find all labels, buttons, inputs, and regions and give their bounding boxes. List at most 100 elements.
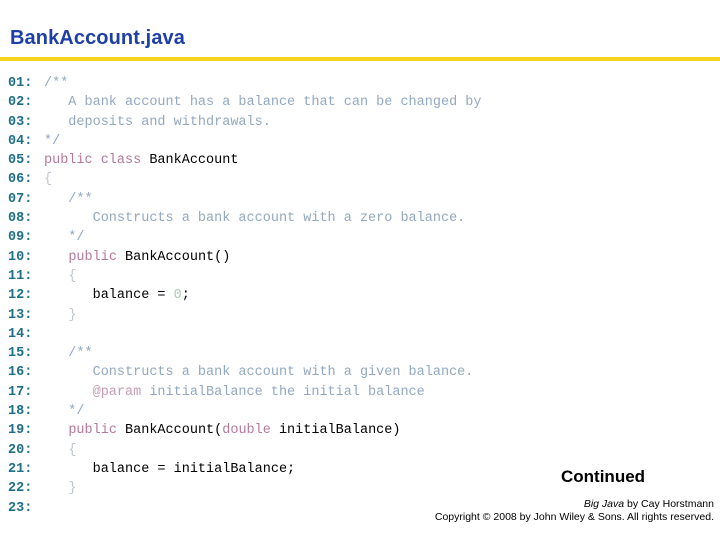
- code-line: 09: */: [0, 228, 720, 247]
- code-line-number: 19:: [8, 423, 33, 439]
- code-line-number: 13:: [8, 307, 33, 323]
- code-token-brace: }: [68, 307, 77, 323]
- code-line-text: {: [44, 443, 76, 458]
- code-token-comment: [44, 385, 93, 400]
- code-line-text: }: [44, 481, 76, 496]
- code-token-ident: balance = initialBalance;: [44, 461, 296, 477]
- code-line-number: 11:: [8, 268, 33, 284]
- code-line: 12: balance = 0;: [0, 286, 720, 305]
- code-token-punct: [44, 481, 68, 496]
- code-line-text: deposits and withdrawals.: [44, 115, 271, 130]
- code-token-ident: initialBalance): [270, 423, 401, 439]
- code-line-text: public BankAccount(): [44, 250, 230, 265]
- code-line: 20: {: [0, 441, 720, 460]
- slide-header: BankAccount.java: [0, 0, 720, 61]
- code-token-punct: [44, 269, 68, 284]
- code-line: 06: {: [0, 170, 720, 189]
- code-line: 11: {: [0, 267, 720, 286]
- code-line-text: */: [44, 230, 85, 246]
- code-line: 10: public BankAccount(): [0, 248, 720, 267]
- code-line-text: */: [44, 134, 60, 149]
- code-line: 05: public class BankAccount: [0, 151, 720, 170]
- code-token-comment: A bank account has a balance that can be…: [44, 95, 482, 111]
- code-line: 03: deposits and withdrawals.: [0, 113, 720, 132]
- code-line-number: 16:: [8, 365, 33, 381]
- code-line-number: 10:: [8, 249, 33, 265]
- code-line-text: balance = initialBalance;: [44, 461, 296, 477]
- footer-book-title: Big Java: [583, 498, 625, 510]
- page-title: BankAccount.java: [10, 27, 185, 49]
- code-line-number: 03:: [8, 114, 33, 130]
- code-token-brace: {: [44, 172, 53, 188]
- code-token-brace: {: [68, 268, 77, 284]
- code-line-number: 21:: [8, 461, 33, 477]
- code-token-comment: /**: [44, 346, 93, 362]
- code-line-number: 22:: [8, 481, 33, 497]
- code-line-text: {: [44, 269, 76, 284]
- code-line-number: 09:: [8, 230, 33, 246]
- code-token-brace: }: [68, 481, 77, 497]
- code-line: 07: /**: [0, 190, 720, 209]
- code-token-comment: initialBalance the initial balance: [141, 384, 425, 400]
- code-line: 08: Constructs a bank account with a zer…: [0, 209, 720, 228]
- code-token-punct: [44, 250, 68, 265]
- code-line: 02: A bank account has a balance that ca…: [0, 93, 720, 112]
- code-token-comment: */: [44, 133, 61, 149]
- code-line-number: 02:: [8, 95, 33, 111]
- code-line-text: {: [44, 172, 52, 187]
- code-line-number: 01:: [8, 76, 33, 91]
- code-listing: 01: /** 02: A bank account has a balance t…: [0, 74, 720, 518]
- code-line-text: Constructs a bank account with a given b…: [44, 365, 474, 381]
- code-token-punct: [44, 308, 68, 323]
- code-line-number: 12:: [8, 288, 33, 304]
- code-token-keyword: public: [68, 423, 126, 439]
- footer-author: by Cay Horstmann: [624, 498, 714, 510]
- code-token-ident: BankAccount(): [125, 249, 231, 265]
- code-token-comment: Constructs a bank account with a given b…: [44, 365, 474, 381]
- code-line-number: 06:: [8, 172, 33, 188]
- code-token-keyword: public class: [44, 153, 150, 169]
- code-line: 19: public BankAccount(double initialBal…: [0, 421, 720, 440]
- code-token-keyword: public: [68, 249, 126, 265]
- code-line-number: 05:: [8, 153, 33, 169]
- code-line-text: /**: [44, 76, 68, 91]
- code-line-number: 08:: [8, 211, 33, 227]
- code-line: 17: @param initialBalance the initial ba…: [0, 383, 720, 402]
- code-token-comment: /**: [44, 191, 93, 207]
- code-line-text: /**: [44, 191, 93, 207]
- code-line-text: */: [44, 404, 85, 420]
- code-line-text: balance = 0;: [44, 288, 190, 303]
- code-line-number: 20:: [8, 442, 33, 458]
- code-line: 16: Constructs a bank account with a giv…: [0, 363, 720, 382]
- footer-copyright: Copyright © 2008 by John Wiley & Sons. A…: [434, 511, 714, 523]
- code-token-ident: BankAccount(: [125, 423, 223, 439]
- code-token-tag: @param: [92, 384, 142, 400]
- continued-label: Continued: [561, 467, 646, 486]
- code-line-text: @param initialBalance the initial balanc…: [44, 385, 425, 400]
- code-line: 13: }: [0, 306, 720, 325]
- code-line-text: }: [44, 308, 76, 323]
- code-line-number: 04:: [8, 133, 33, 149]
- code-line: 18: */: [0, 402, 720, 421]
- code-line: 15: /**: [0, 344, 720, 363]
- code-line-text: public BankAccount(double initialBalance…: [44, 423, 400, 438]
- code-token-comment: /**: [44, 76, 69, 91]
- slide-footer: Big Java by Cay Horstmann Copyright © 20…: [0, 498, 714, 524]
- code-token-comment: */: [44, 230, 85, 246]
- code-line-number: 15:: [8, 346, 33, 362]
- code-token-comment: */: [44, 404, 85, 420]
- code-line-number: 17:: [8, 384, 33, 400]
- code-line-text: public class BankAccount: [44, 153, 238, 168]
- title-divider-rule: [0, 57, 720, 61]
- code-token-comment: deposits and withdrawals.: [44, 114, 271, 130]
- code-token-ident: balance =: [44, 288, 174, 304]
- code-token-punct: [44, 443, 68, 458]
- code-line-text: A bank account has a balance that can be…: [44, 95, 481, 110]
- code-line: 01: /**: [0, 74, 720, 93]
- code-line-number: 14:: [8, 326, 33, 342]
- code-token-comment: Constructs a bank account with a zero ba…: [44, 211, 466, 227]
- code-token-punct: [44, 423, 68, 438]
- code-line: 14:: [0, 325, 720, 344]
- code-line-number: 18:: [8, 404, 33, 420]
- code-line: 04: */: [0, 132, 720, 151]
